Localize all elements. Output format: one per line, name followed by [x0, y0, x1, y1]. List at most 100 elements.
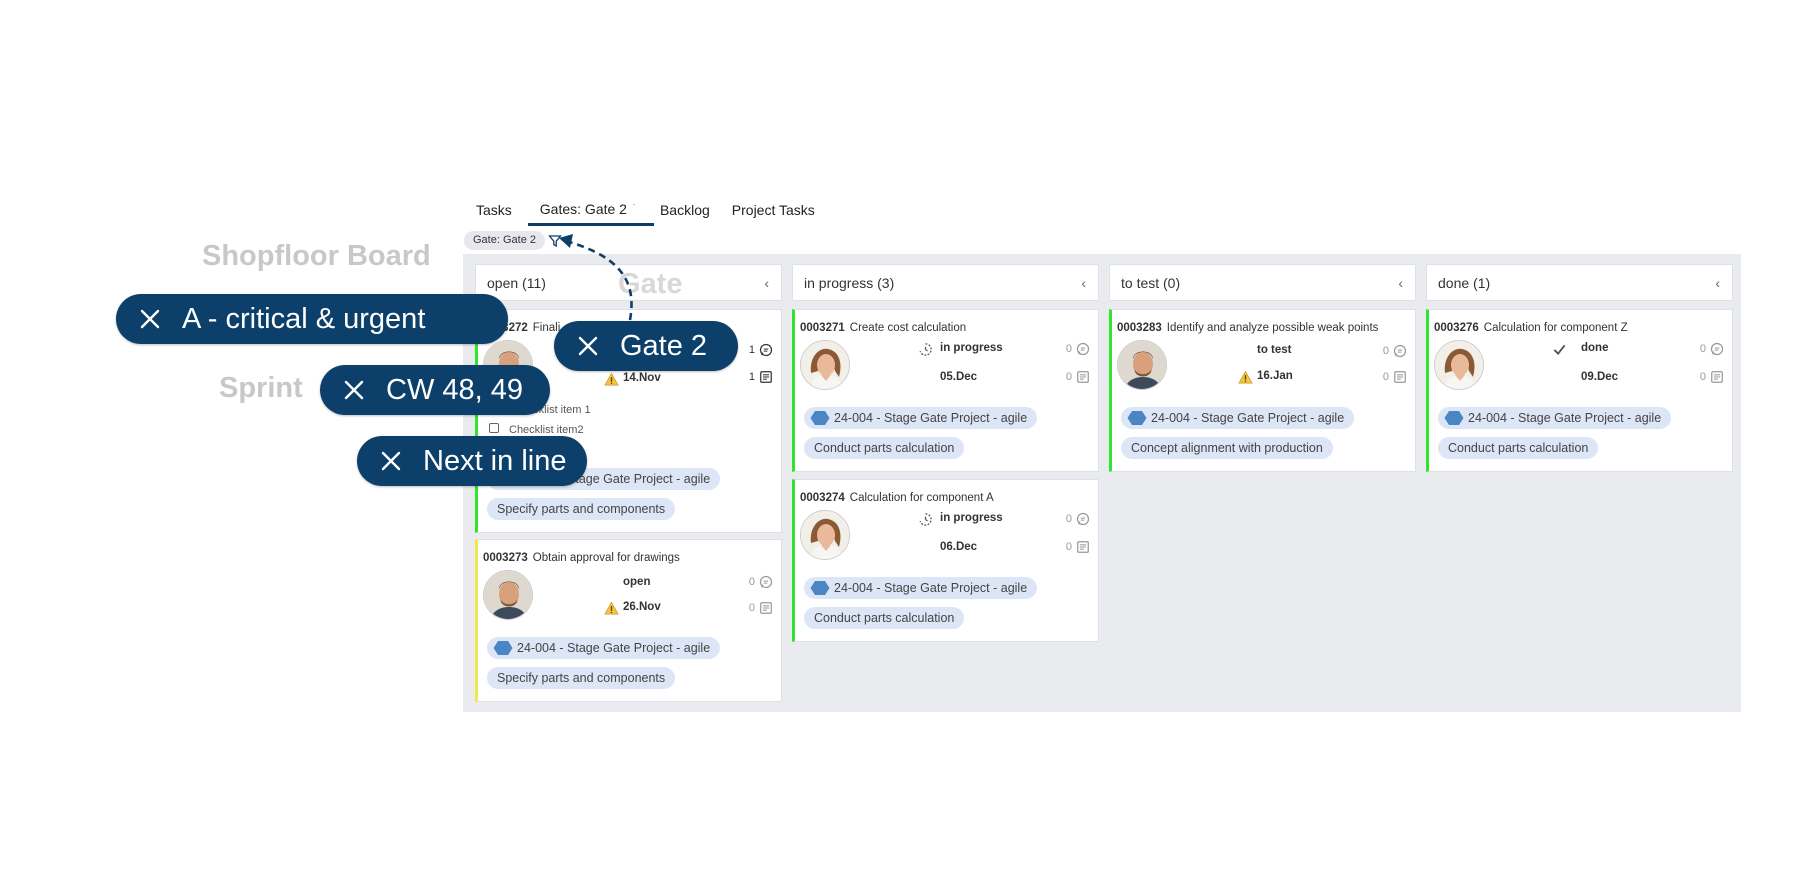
tab-backlog[interactable]: Backlog — [654, 202, 726, 226]
project-chip[interactable]: 24-004 - Stage Gate Project - agile — [1121, 407, 1355, 429]
note-count[interactable]: 0 — [1700, 370, 1724, 384]
pill-label: Gate 2 — [620, 329, 708, 362]
tag-chip[interactable]: Conduct parts calculation — [804, 437, 965, 459]
column-title: open (11) — [487, 274, 546, 291]
card-title: 0003273 Obtain approval for drawings — [483, 552, 680, 564]
project-chip[interactable]: 24-004 - Stage Gate Project - agile — [487, 637, 721, 659]
hexagon-icon — [1127, 410, 1147, 426]
warning-icon — [604, 372, 619, 387]
pill-label: CW 48, 49 — [386, 373, 523, 406]
comment-icon — [1076, 342, 1090, 356]
column-header[interactable]: in progress (3) ‹ — [792, 264, 1099, 301]
column-to-test: to test (0) ‹ 0003283 Identify and analyze… — [1109, 264, 1416, 472]
column-title: to test (0) — [1121, 274, 1181, 291]
project-chip[interactable]: 24-004 - Stage Gate Project - agile — [1438, 407, 1672, 429]
tag-chip[interactable]: Specify parts and components — [487, 498, 676, 520]
chevron-down-icon: ˙ — [632, 203, 636, 213]
project-label: 24-004 - Stage Gate Project - agile — [1468, 411, 1662, 425]
card-title: 0003271 Create cost calculation — [800, 322, 966, 334]
card-id: 0003276 — [1434, 322, 1479, 334]
comment-icon — [1710, 342, 1724, 356]
filter-pill-next[interactable]: Next in line — [357, 436, 587, 486]
comment-count[interactable]: 0 — [1383, 344, 1407, 358]
note-icon — [1076, 370, 1090, 384]
card-id: 0003271 — [800, 322, 845, 334]
tab-tasks[interactable]: Tasks — [470, 202, 528, 226]
due-date: 05.Dec — [940, 371, 978, 383]
chevron-left-icon[interactable]: ‹ — [1398, 275, 1403, 291]
column-title: done (1) — [1438, 274, 1491, 291]
card-title-text: Calculation for component A — [849, 492, 994, 504]
close-icon[interactable] — [342, 378, 366, 402]
pill-label: A - critical & urgent — [182, 302, 426, 335]
status-label: to test — [1257, 344, 1292, 356]
column-in-progress: in progress (3) ‹ 0003271 Create cost calc… — [792, 264, 1099, 642]
due-date: 06.Dec — [940, 541, 978, 553]
card-id: 0003283 — [1117, 322, 1162, 334]
comment-count[interactable]: 0 — [749, 575, 773, 589]
close-icon[interactable] — [379, 449, 403, 473]
comment-count[interactable]: 0 — [1066, 512, 1090, 526]
tab-project-tasks[interactable]: Project Tasks — [726, 202, 831, 226]
avatar — [483, 570, 533, 620]
comment-count-value: 1 — [748, 344, 755, 356]
note-count-value: 0 — [1065, 541, 1072, 553]
avatar — [1434, 340, 1484, 390]
ghost-label-board: Shopfloor Board — [202, 240, 431, 272]
note-count[interactable]: 0 — [1066, 370, 1090, 384]
column-header[interactable]: done (1) ‹ — [1426, 264, 1733, 301]
task-card-0003283[interactable]: 0003283 Identify and analyze possible wea… — [1109, 309, 1416, 472]
tag-chip[interactable]: Conduct parts calculation — [804, 607, 965, 629]
comment-count[interactable]: 1 — [749, 343, 773, 357]
status-label: in progress — [940, 342, 1003, 354]
project-chip[interactable]: 24-004 - Stage Gate Project - agile — [804, 407, 1038, 429]
column-header[interactable]: to test (0) ‹ — [1109, 264, 1416, 301]
task-card-0003273[interactable]: 0003273 Obtain approval for drawings open… — [475, 539, 782, 702]
filter-pill-gate[interactable]: Gate 2 — [554, 321, 738, 371]
project-label: 24-004 - Stage Gate Project - agile — [517, 641, 711, 655]
tag-chip[interactable]: Conduct parts calculation — [1438, 437, 1599, 459]
task-card-0003276[interactable]: 0003276 Calculation for component Z done … — [1426, 309, 1733, 472]
note-count[interactable]: 0 — [749, 601, 773, 615]
tab-gates[interactable]: Gates: Gate 2 ˙ — [527, 201, 654, 226]
note-count[interactable]: 0 — [1383, 370, 1407, 384]
due-date: 16.Jan — [1257, 370, 1293, 382]
avatar — [800, 340, 850, 390]
warning-icon — [1238, 370, 1253, 385]
ghost-label-sprint: Sprint — [219, 372, 303, 404]
close-icon[interactable] — [138, 307, 162, 331]
note-count[interactable]: 1 — [749, 370, 773, 384]
tag-chip[interactable]: Concept alignment with production — [1121, 437, 1333, 459]
project-label: 24-004 - Stage Gate Project - agile — [834, 581, 1028, 595]
chevron-left-icon[interactable]: ‹ — [1081, 275, 1086, 291]
checklist-checkbox[interactable] — [489, 423, 499, 433]
note-count[interactable]: 0 — [1066, 540, 1090, 554]
card-title-text: Identify and analyze possible weak point… — [1166, 322, 1379, 334]
in-progress-icon — [918, 512, 933, 527]
card-title: 0003276 Calculation for component Z — [1434, 322, 1628, 334]
note-icon — [759, 370, 773, 384]
comment-count-value: 0 — [748, 576, 755, 588]
filter-pill-sprint[interactable]: CW 48, 49 — [320, 365, 550, 415]
close-icon[interactable] — [576, 334, 600, 358]
tab-gates-label: Gates: Gate 2 — [539, 201, 627, 217]
chevron-left-icon[interactable]: ‹ — [764, 275, 769, 291]
note-icon — [1710, 370, 1724, 384]
hexagon-icon — [1444, 410, 1464, 426]
column-title: in progress (3) — [804, 274, 895, 291]
card-title-text: Create cost calculation — [849, 322, 967, 334]
avatar — [1117, 340, 1167, 390]
warning-icon — [604, 601, 619, 616]
comment-count[interactable]: 0 — [1700, 342, 1724, 356]
note-count-value: 0 — [1065, 371, 1072, 383]
note-count-value: 0 — [1699, 371, 1706, 383]
task-card-0003274[interactable]: 0003274 Calculation for component A in pr… — [792, 479, 1099, 642]
filter-pill-priority[interactable]: A - critical & urgent — [116, 294, 508, 344]
tag-chip[interactable]: Specify parts and components — [487, 667, 676, 689]
comment-count[interactable]: 0 — [1066, 342, 1090, 356]
project-chip[interactable]: 24-004 - Stage Gate Project - agile — [804, 577, 1038, 599]
chevron-left-icon[interactable]: ‹ — [1715, 275, 1720, 291]
active-filter-chip[interactable]: Gate: Gate 2 — [464, 231, 545, 250]
task-card-0003271[interactable]: 0003271 Create cost calculation in progre… — [792, 309, 1099, 472]
comment-icon — [1393, 344, 1407, 358]
